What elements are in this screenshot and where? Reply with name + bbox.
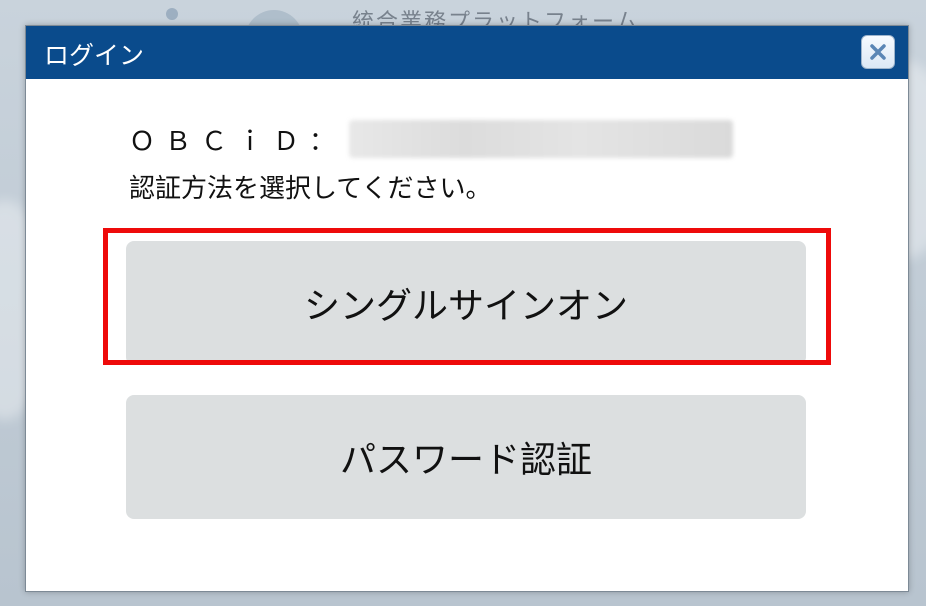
- background-dot: [166, 8, 178, 20]
- highlight-annotation: [103, 228, 831, 365]
- obcid-row: ＯＢＣｉＤ：: [129, 119, 734, 159]
- obcid-label: ＯＢＣｉＤ：: [129, 126, 346, 157]
- password-auth-button[interactable]: パスワード認証: [126, 395, 806, 519]
- close-icon: [870, 44, 886, 60]
- obcid-value-redacted: [349, 120, 734, 158]
- instruction-text: 認証方法を選択してください。: [129, 174, 492, 204]
- close-button[interactable]: [861, 35, 895, 69]
- dialog-header: ログイン: [26, 26, 908, 79]
- dialog-title: ログイン: [44, 41, 145, 70]
- login-dialog: ログイン ＯＢＣｉＤ： 認証方法を選択してください。 シングルサインオン パスワ…: [25, 25, 909, 592]
